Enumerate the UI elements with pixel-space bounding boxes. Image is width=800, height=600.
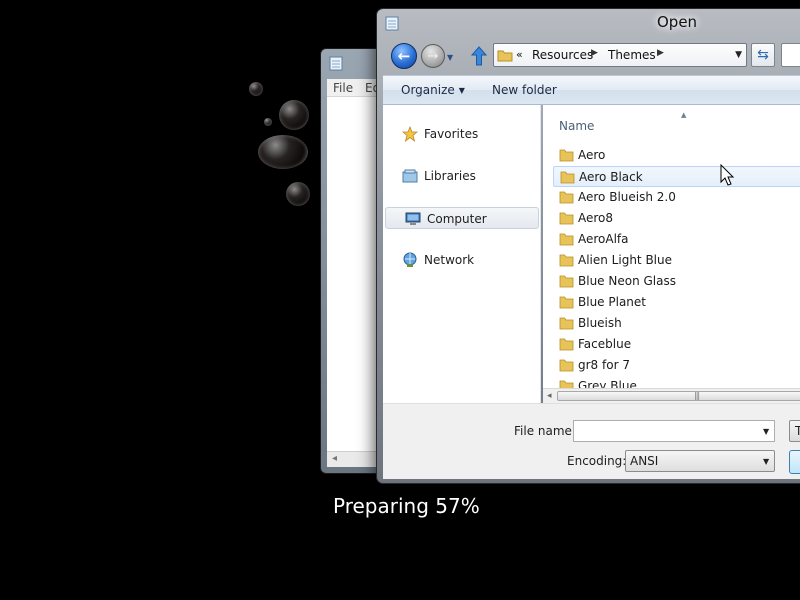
chevron-down-icon[interactable]: ▼: [763, 457, 769, 466]
folder-icon: [559, 275, 574, 288]
up-one-level-icon[interactable]: [471, 46, 487, 66]
folder-icon: [559, 359, 574, 372]
breadcrumb-separator-icon[interactable]: ▶: [657, 48, 664, 58]
scroll-left-icon[interactable]: ◂: [332, 453, 337, 464]
nav-item-libraries[interactable]: Libraries: [383, 165, 539, 187]
folder-icon: [559, 191, 574, 204]
address-bar[interactable]: « Resources ▶ Themes ▶ ▼: [493, 43, 747, 67]
nav-item-label: Network: [424, 253, 475, 267]
folder-icon: [559, 317, 574, 330]
file-list-item-label: Faceblue: [578, 337, 632, 351]
folder-icon: [560, 171, 575, 184]
file-list-item[interactable]: Blue Neon Glass: [553, 271, 800, 292]
file-list-item-label: gr8 for 7: [578, 358, 630, 372]
scroll-left-icon[interactable]: ◂: [547, 391, 552, 401]
notepad-icon: [329, 56, 343, 71]
star-icon: [402, 126, 418, 142]
file-list-pane: ▲ Name Aero Aero Black Aero Blueish 2.0 Aer…: [543, 105, 800, 403]
file-list-item[interactable]: Faceblue: [553, 334, 800, 355]
folder-icon: [559, 254, 574, 267]
notepad-icon: [385, 16, 399, 31]
file-list-item-label: Aero: [578, 148, 606, 162]
recent-locations-dropdown-icon[interactable]: ▼: [447, 53, 453, 62]
folder-icon: [497, 50, 513, 62]
file-name-label: File name:: [514, 424, 576, 438]
preparing-status: Preparing 57%: [333, 494, 480, 518]
menu-file[interactable]: File: [333, 81, 353, 95]
folder-icon: [559, 149, 574, 162]
dialog-title: Open: [657, 13, 698, 31]
nav-item-label: Libraries: [424, 169, 476, 183]
breadcrumb-separator-icon[interactable]: ▶: [591, 48, 598, 58]
encoding-label: Encoding:: [567, 454, 627, 468]
arrow-left-icon: ←: [397, 47, 411, 65]
navigation-pane: Favorites Libraries Computer Network: [383, 105, 541, 403]
file-list-horizontal-scrollbar[interactable]: ◂ |||: [543, 388, 800, 403]
file-list-item[interactable]: Aero Blueish 2.0: [553, 187, 800, 208]
open-dialog[interactable]: Open ← → ▼ « Resources ▶ Themes ▶ ▼ ⇆ Or…: [376, 8, 800, 484]
file-list-item-label: Aero Blueish 2.0: [578, 190, 676, 204]
file-list-item-label: Blue Neon Glass: [578, 274, 676, 288]
bubble: [279, 100, 309, 130]
column-header-name[interactable]: Name: [559, 119, 594, 133]
file-list-item[interactable]: Aero Black: [553, 166, 800, 187]
file-list-item[interactable]: Aero: [553, 145, 800, 166]
computer-icon: [405, 212, 421, 225]
file-name-input[interactable]: [573, 420, 775, 442]
file-list-item-label: AeroAlfa: [578, 232, 629, 246]
file-list-item[interactable]: AeroAlfa: [553, 229, 800, 250]
bubble: [286, 182, 310, 206]
folder-icon: [559, 338, 574, 351]
mouse-cursor-icon: [720, 164, 735, 186]
refresh-icon: ⇆: [757, 47, 769, 63]
breadcrumb-resources[interactable]: Resources: [532, 48, 593, 62]
file-list-item-label: Alien Light Blue: [578, 253, 672, 267]
arrow-right-icon: →: [427, 48, 439, 64]
scrollbar-thumb[interactable]: |||: [557, 391, 800, 401]
sort-ascending-icon: ▲: [681, 111, 687, 119]
file-list-item[interactable]: Blue Planet: [553, 292, 800, 313]
nav-item-label: Computer: [427, 212, 487, 226]
file-list-item-label: Blueish: [578, 316, 622, 330]
network-icon: [403, 252, 417, 267]
open-button[interactable]: [789, 450, 800, 474]
folder-icon: [559, 233, 574, 246]
address-dropdown-icon[interactable]: ▼: [735, 50, 742, 60]
breadcrumb-themes[interactable]: Themes: [608, 48, 656, 62]
file-list-item-label: Aero8: [578, 211, 614, 225]
chevron-down-icon: ▼: [458, 86, 465, 95]
folder-icon: [559, 296, 574, 309]
address-overflow-marker[interactable]: «: [516, 48, 523, 61]
dialog-bottom-panel: File name: ▼ Encoding: ANSI ▼ Te: [383, 403, 800, 479]
grip-icon: |||: [694, 391, 700, 400]
new-folder-button[interactable]: New folder: [492, 83, 557, 97]
file-list-item-label: Aero Black: [579, 170, 643, 184]
search-input[interactable]: [781, 43, 800, 67]
libraries-icon: [402, 169, 418, 183]
forward-button[interactable]: →: [421, 44, 445, 68]
folder-icon: [559, 212, 574, 225]
file-list-item-label: Blue Planet: [578, 295, 646, 309]
file-list-item[interactable]: gr8 for 7: [553, 355, 800, 376]
file-list-item[interactable]: Alien Light Blue: [553, 250, 800, 271]
nav-item-favorites[interactable]: Favorites: [383, 123, 539, 145]
file-list-item[interactable]: Aero8: [553, 208, 800, 229]
bubble: [264, 118, 272, 126]
encoding-select[interactable]: ANSI: [625, 450, 775, 472]
refresh-button[interactable]: ⇆: [751, 43, 775, 67]
back-button[interactable]: ←: [391, 43, 417, 69]
bubble: [258, 135, 308, 169]
chevron-down-icon[interactable]: ▼: [763, 427, 769, 436]
organize-label: Organize: [401, 83, 455, 97]
nav-item-computer[interactable]: Computer: [385, 207, 539, 229]
bubble: [249, 82, 263, 96]
nav-item-network[interactable]: Network: [383, 249, 539, 271]
file-type-select[interactable]: Te: [789, 420, 800, 442]
file-list-item[interactable]: Blueish: [553, 313, 800, 334]
nav-item-label: Favorites: [424, 127, 479, 141]
organize-button[interactable]: Organize ▼: [401, 83, 465, 97]
command-toolbar: Organize ▼ New folder: [383, 75, 800, 105]
